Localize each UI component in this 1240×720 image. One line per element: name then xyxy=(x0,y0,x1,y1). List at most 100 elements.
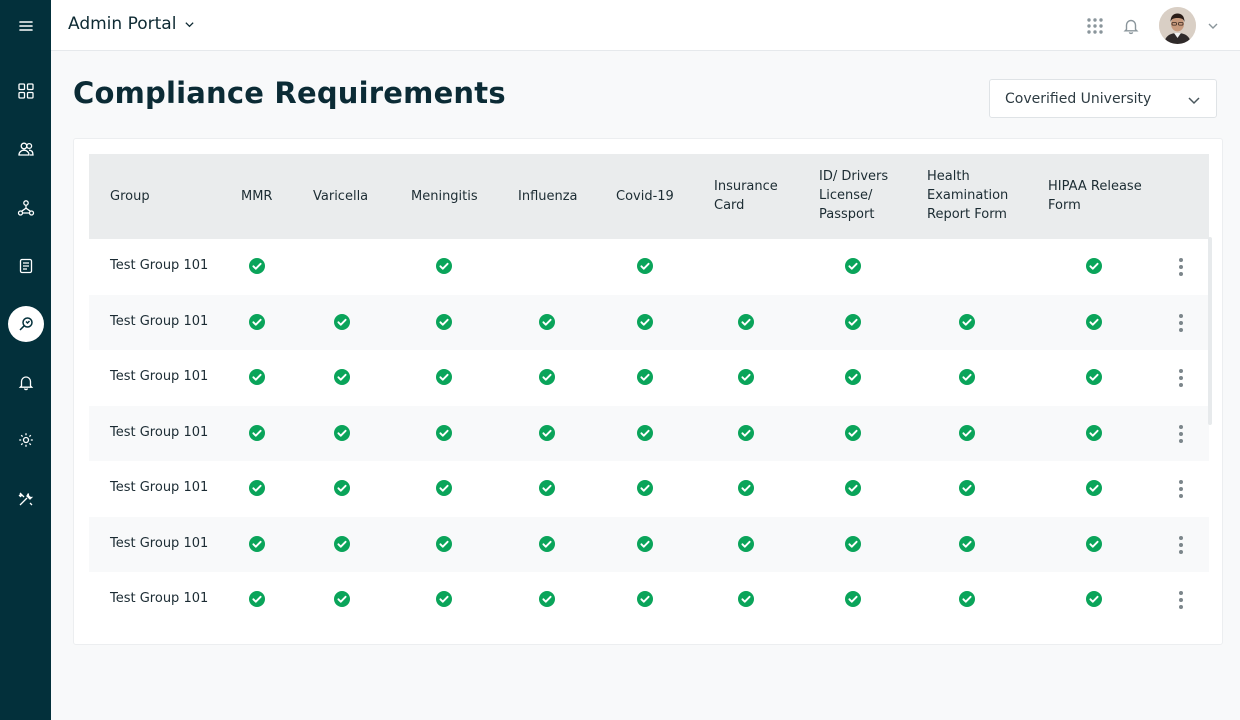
vertical-scrollbar[interactable] xyxy=(1208,237,1212,425)
kebab-dot xyxy=(1179,425,1183,429)
chevron-down-icon xyxy=(185,21,195,27)
kebab-dot xyxy=(1179,480,1183,484)
compliance-table-card: Group MMR Varicella Meningitis Influenza… xyxy=(73,138,1223,645)
table-row[interactable]: Test Group 101 xyxy=(89,350,1209,405)
check-circle-icon xyxy=(845,480,861,496)
check-circle-icon xyxy=(637,369,653,385)
top-bar: Admin Portal xyxy=(51,0,1240,51)
kebab-dot xyxy=(1179,272,1183,276)
app-title: Admin Portal xyxy=(68,14,177,34)
check-circle-icon xyxy=(436,536,452,552)
column-header-influenza: Influenza xyxy=(518,189,578,204)
row-actions-kebab-icon[interactable] xyxy=(1176,536,1186,554)
users-icon xyxy=(17,142,34,156)
check-circle-icon xyxy=(637,425,653,441)
check-circle-icon xyxy=(959,425,975,441)
check-circle-icon xyxy=(738,314,754,330)
check-circle-icon xyxy=(249,591,265,607)
kebab-dot xyxy=(1179,328,1183,332)
sidebar-item-notifications[interactable] xyxy=(0,362,51,402)
group-name-cell: Test Group 101 xyxy=(110,369,209,384)
check-circle-icon xyxy=(738,591,754,607)
check-circle-icon xyxy=(436,369,452,385)
check-circle-icon xyxy=(1086,314,1102,330)
group-name-cell: Test Group 101 xyxy=(110,314,209,329)
kebab-dot xyxy=(1179,487,1183,491)
document-icon xyxy=(19,258,32,274)
check-circle-icon xyxy=(539,536,555,552)
table-row[interactable]: Test Group 101 xyxy=(89,239,1209,294)
sidebar-item-users[interactable] xyxy=(0,129,51,169)
app-switcher[interactable]: Admin Portal xyxy=(68,14,195,34)
kebab-dot xyxy=(1179,376,1183,380)
check-circle-icon xyxy=(959,591,975,607)
check-circle-icon xyxy=(738,480,754,496)
check-circle-icon xyxy=(959,480,975,496)
group-name-cell: Test Group 101 xyxy=(110,258,209,273)
check-circle-icon xyxy=(249,369,265,385)
check-circle-icon xyxy=(738,536,754,552)
table-row[interactable]: Test Group 101 xyxy=(89,461,1209,516)
table-row[interactable]: Test Group 101 xyxy=(89,572,1209,627)
check-circle-icon xyxy=(637,591,653,607)
column-header-hipaa-form: HIPAA Release Form xyxy=(1048,179,1142,213)
profile-chevron-down-icon[interactable] xyxy=(1207,20,1219,32)
row-actions-kebab-icon[interactable] xyxy=(1176,591,1186,609)
sidebar-item-tools[interactable] xyxy=(0,479,51,519)
menu-button[interactable] xyxy=(0,6,51,46)
sidebar-item-dashboard[interactable] xyxy=(0,71,51,111)
kebab-dot xyxy=(1179,314,1183,318)
table-row[interactable]: Test Group 101 xyxy=(89,517,1209,572)
check-circle-icon xyxy=(436,425,452,441)
check-circle-icon xyxy=(539,369,555,385)
check-circle-icon xyxy=(637,258,653,274)
check-circle-icon xyxy=(1086,480,1102,496)
group-name-cell: Test Group 101 xyxy=(110,536,209,551)
kebab-dot xyxy=(1179,598,1183,602)
column-header-meningitis: Meningitis xyxy=(411,189,478,204)
column-header-health-exam-form: Health Examination Report Form xyxy=(927,169,1009,222)
check-circle-icon xyxy=(1086,425,1102,441)
notification-bell-icon[interactable] xyxy=(1122,16,1140,35)
kebab-dot xyxy=(1179,550,1183,554)
row-actions-kebab-icon[interactable] xyxy=(1176,425,1186,443)
sidebar-item-hierarchy[interactable] xyxy=(0,188,51,228)
check-circle-icon xyxy=(845,425,861,441)
search-icon xyxy=(18,317,33,331)
sidebar-item-documents[interactable] xyxy=(0,246,51,286)
check-circle-icon xyxy=(738,425,754,441)
apps-grid-icon[interactable] xyxy=(1086,17,1104,35)
organization-select[interactable]: Coverified University xyxy=(989,79,1217,118)
check-circle-icon xyxy=(845,591,861,607)
table-row[interactable]: Test Group 101 xyxy=(89,406,1209,461)
kebab-dot xyxy=(1179,369,1183,373)
row-actions-kebab-icon[interactable] xyxy=(1176,314,1186,332)
avatar[interactable] xyxy=(1159,7,1196,44)
check-circle-icon xyxy=(637,480,653,496)
hierarchy-icon xyxy=(17,200,34,216)
check-circle-icon xyxy=(959,314,975,330)
page-title: Compliance Requirements xyxy=(73,76,506,110)
kebab-dot xyxy=(1179,432,1183,436)
kebab-dot xyxy=(1179,536,1183,540)
check-circle-icon xyxy=(845,536,861,552)
table-row[interactable]: Test Group 101 xyxy=(89,295,1209,350)
sidebar-item-search[interactable] xyxy=(0,304,51,344)
check-circle-icon xyxy=(334,591,350,607)
check-circle-icon xyxy=(539,591,555,607)
check-circle-icon xyxy=(539,314,555,330)
row-actions-kebab-icon[interactable] xyxy=(1176,369,1186,387)
row-actions-kebab-icon[interactable] xyxy=(1176,480,1186,498)
sidebar xyxy=(0,0,51,720)
check-circle-icon xyxy=(436,480,452,496)
kebab-dot xyxy=(1179,494,1183,498)
active-indicator xyxy=(7,306,44,342)
check-circle-icon xyxy=(1086,591,1102,607)
check-circle-icon xyxy=(959,369,975,385)
check-circle-icon xyxy=(1086,536,1102,552)
bell-icon xyxy=(18,376,33,391)
sidebar-item-settings[interactable] xyxy=(0,420,51,460)
kebab-dot xyxy=(1179,543,1183,547)
row-actions-kebab-icon[interactable] xyxy=(1176,258,1186,276)
check-circle-icon xyxy=(249,480,265,496)
